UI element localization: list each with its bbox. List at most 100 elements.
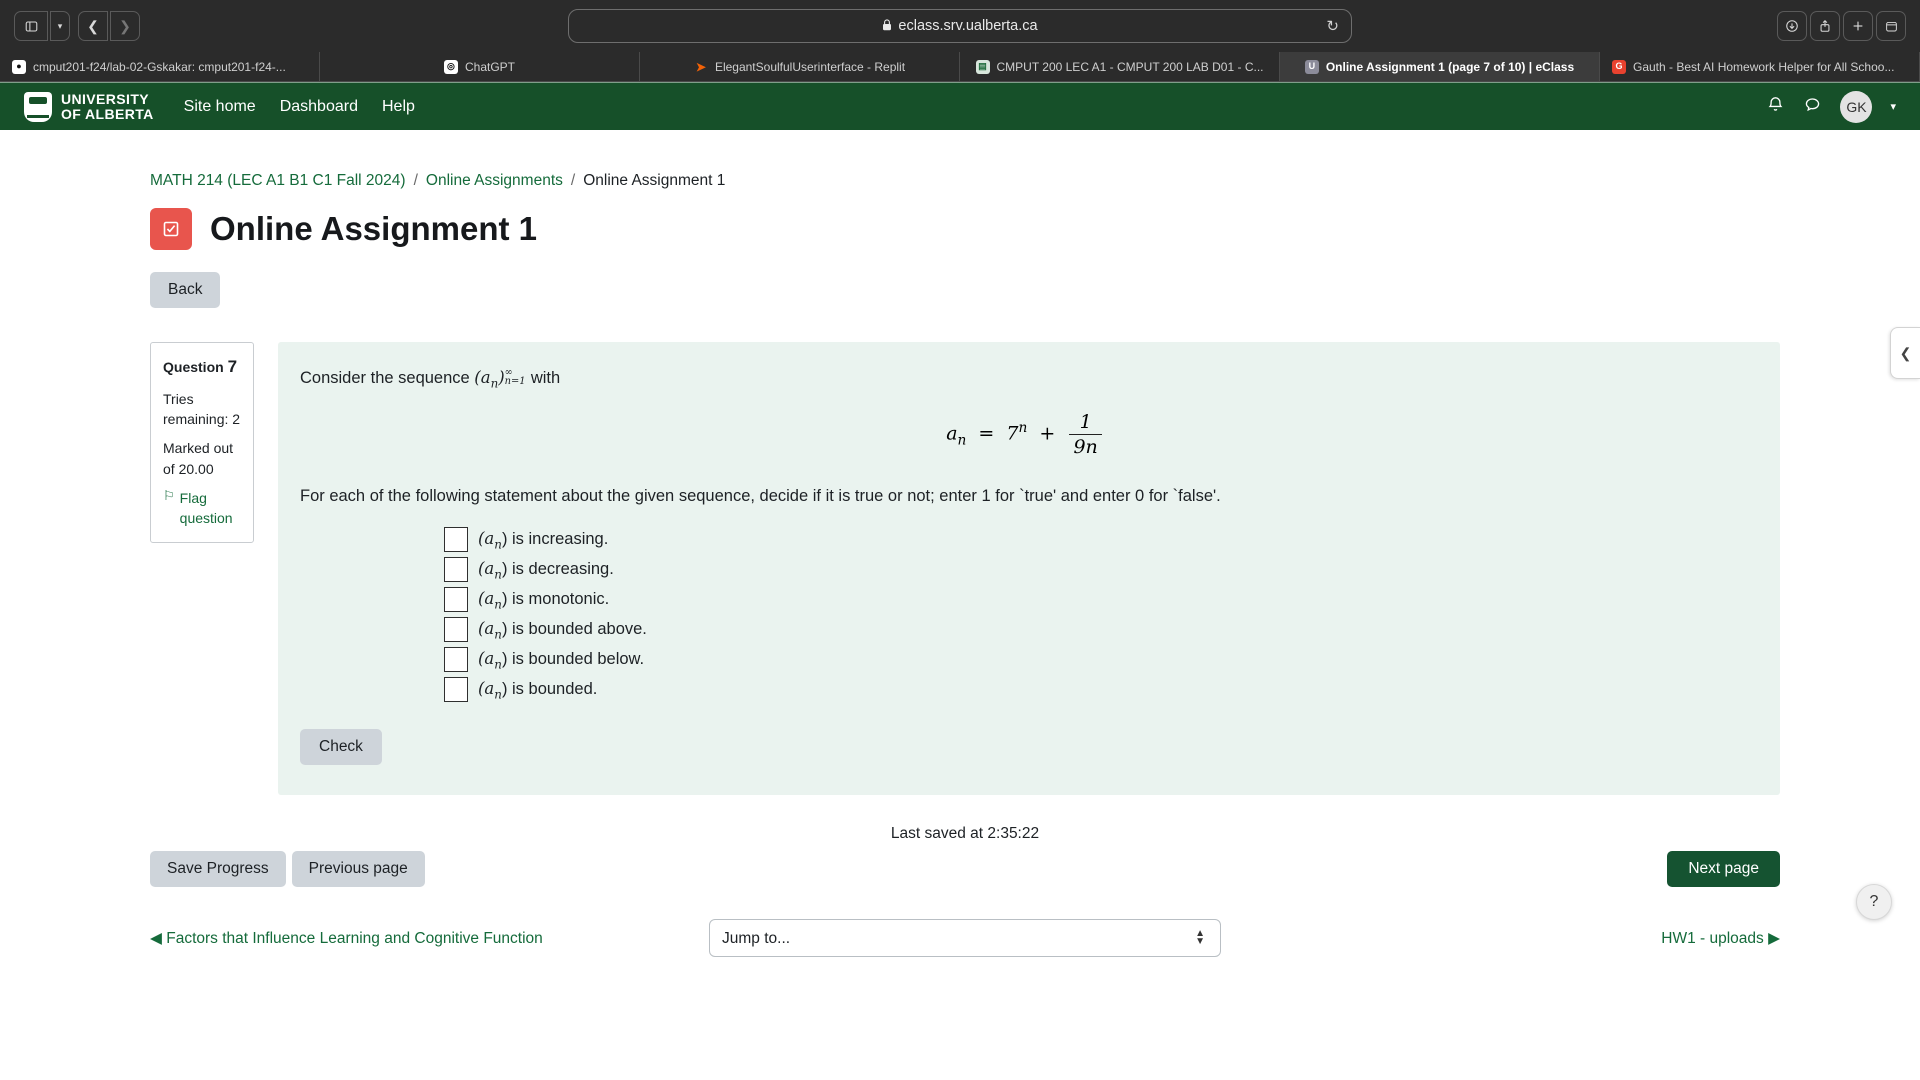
browser-tab-title: cmput201-f24/lab-02-Gskakar: cmput201-f2… bbox=[33, 59, 286, 74]
tab-overview-icon[interactable] bbox=[1876, 11, 1906, 41]
chat-bubble-icon[interactable] bbox=[1803, 95, 1822, 118]
chevron-down-icon[interactable]: ▾ bbox=[50, 11, 70, 41]
chatgpt-icon: ◎ bbox=[443, 59, 458, 74]
question-intro: Consider the sequence (an)∞ n=1 with bbox=[300, 366, 1750, 393]
fraction-denominator: 9n bbox=[1073, 436, 1098, 459]
flag-question-label: Flag question bbox=[179, 489, 233, 527]
browser-chrome: ▾ ❮ ❯ eclass.srv.ualberta.ca ↻ ● cmput20… bbox=[0, 0, 1920, 82]
statement-row: (an) is increasing. bbox=[444, 525, 1750, 555]
statement-input-bounded-above[interactable] bbox=[444, 617, 468, 643]
avatar[interactable]: GK bbox=[1840, 90, 1873, 123]
bell-icon[interactable] bbox=[1766, 95, 1785, 118]
next-activity-link[interactable]: HW1 - uploads ▶ bbox=[1661, 929, 1780, 948]
browser-tab-title: CMPUT 200 LEC A1 - CMPUT 200 LAB D01 - C… bbox=[996, 59, 1264, 74]
previous-activity-link[interactable]: ◀ Factors that Influence Learning and Co… bbox=[150, 929, 543, 948]
back-arrow-icon[interactable]: ❮ bbox=[78, 11, 108, 41]
previous-activity-label: Factors that Influence Learning and Cogn… bbox=[166, 929, 543, 947]
forward-arrow-icon[interactable]: ❯ bbox=[110, 11, 140, 41]
jump-to-wrapper: Jump to... ▲ ▼ bbox=[709, 919, 1221, 958]
statement-input-bounded[interactable] bbox=[444, 677, 468, 703]
formula-expression: an = 7n + 1 9n bbox=[946, 411, 1104, 458]
statement-label: (an) is bounded. bbox=[478, 678, 598, 701]
new-tab-icon[interactable] bbox=[1843, 11, 1873, 41]
statement-list: (an) is increasing. (an) is decreasing. … bbox=[300, 525, 1750, 705]
drawer-toggle-button[interactable]: ❮ bbox=[1890, 327, 1920, 379]
share-icon[interactable] bbox=[1810, 11, 1840, 41]
statement-row: (an) is bounded. bbox=[444, 675, 1750, 705]
chevron-left-icon: ❮ bbox=[1899, 344, 1912, 361]
question-number-label: Question bbox=[163, 359, 224, 375]
nav-item-help[interactable]: Help bbox=[382, 98, 415, 116]
replit-icon: ➤ bbox=[695, 59, 706, 74]
flag-question-link[interactable]: ⚐ Flag question bbox=[163, 488, 241, 529]
browser-tab-title: ChatGPT bbox=[464, 59, 515, 74]
sequence-notation: (an)∞ n=1 bbox=[474, 366, 526, 391]
github-icon: ● bbox=[12, 59, 26, 74]
breadcrumb-separator: / bbox=[570, 172, 576, 189]
header-right-cluster: GK ▾ bbox=[1766, 90, 1896, 123]
statement-row: (an) is decreasing. bbox=[444, 555, 1750, 585]
statement-input-bounded-below[interactable] bbox=[444, 647, 468, 673]
back-button[interactable]: Back bbox=[150, 272, 221, 308]
question-info-panel: Question 7 Tries remaining: 2 Marked out… bbox=[150, 342, 254, 544]
lock-icon bbox=[882, 18, 892, 34]
reload-icon[interactable]: ↻ bbox=[1326, 17, 1339, 35]
chevron-down-icon[interactable]: ▾ bbox=[1890, 100, 1896, 113]
jump-to-select[interactable]: Jump to... bbox=[709, 919, 1221, 958]
statement-row: (an) is bounded above. bbox=[444, 615, 1750, 645]
page-nav-row: Save Progress Previous page Next page bbox=[150, 850, 1780, 887]
page-title-row: Online Assignment 1 bbox=[150, 208, 1780, 250]
browser-right-cluster bbox=[1777, 11, 1906, 41]
statement-input-increasing[interactable] bbox=[444, 527, 468, 553]
help-button[interactable]: ? bbox=[1856, 883, 1892, 920]
browser-tab[interactable]: G Gauth - Best AI Homework Helper for Al… bbox=[1600, 52, 1920, 81]
statement-input-decreasing[interactable] bbox=[444, 557, 468, 583]
sidebar-toggle-icon[interactable] bbox=[14, 11, 48, 41]
assignment-icon bbox=[150, 208, 192, 250]
ualberta-wordmark: UNIVERSITY OF ALBERTA bbox=[61, 90, 154, 122]
browser-tab[interactable]: ➤ ElegantSoulfulUserinterface - Replit bbox=[640, 52, 960, 81]
page-body: ❮ MATH 214 (LEC A1 B1 C1 Fall 2024) / On… bbox=[0, 172, 1920, 958]
address-bar[interactable]: eclass.srv.ualberta.ca ↻ bbox=[568, 9, 1352, 43]
statement-label: (an) is bounded above. bbox=[478, 618, 647, 641]
site-nav: Site home Dashboard Help bbox=[184, 98, 415, 116]
statement-label: (an) is increasing. bbox=[478, 528, 609, 551]
page-container: MATH 214 (LEC A1 B1 C1 Fall 2024) / Onli… bbox=[140, 172, 1780, 958]
question-number-line: Question 7 bbox=[163, 355, 241, 380]
breadcrumb-item-course[interactable]: MATH 214 (LEC A1 B1 C1 Fall 2024) bbox=[150, 172, 406, 190]
question-instruction: For each of the following statement abou… bbox=[300, 487, 1221, 506]
downloads-icon[interactable] bbox=[1777, 11, 1807, 41]
browser-tab[interactable]: ◎ ChatGPT bbox=[320, 52, 640, 81]
question-mark-icon: ? bbox=[1869, 892, 1879, 910]
breadcrumb-item-online-assignments[interactable]: Online Assignments bbox=[426, 172, 563, 190]
ualberta-logo[interactable]: UNIVERSITY OF ALBERTA bbox=[24, 90, 154, 122]
browser-tab-active[interactable]: U Online Assignment 1 (page 7 of 10) | e… bbox=[1280, 52, 1600, 81]
triangle-right-icon: ▶ bbox=[1768, 929, 1780, 947]
statement-input-monotonic[interactable] bbox=[444, 587, 468, 613]
browser-tab[interactable]: ● cmput201-f24/lab-02-Gskakar: cmput201-… bbox=[0, 52, 320, 81]
marked-out-of: Marked out of 20.00 bbox=[163, 440, 234, 477]
browser-nav-cluster: ▾ ❮ ❯ bbox=[14, 11, 140, 41]
nav-item-dashboard[interactable]: Dashboard bbox=[280, 98, 358, 116]
logo-line-1: UNIVERSITY bbox=[61, 90, 150, 107]
check-button[interactable]: Check bbox=[300, 728, 382, 765]
nav-item-site-home[interactable]: Site home bbox=[184, 98, 256, 116]
site-header: UNIVERSITY OF ALBERTA Site home Dashboar… bbox=[0, 82, 1920, 130]
statement-row: (an) is bounded below. bbox=[444, 645, 1750, 675]
eclass-icon: ▤ bbox=[975, 59, 990, 74]
flag-icon: ⚐ bbox=[163, 487, 175, 503]
logo-line-2: OF ALBERTA bbox=[61, 105, 154, 122]
browser-tab[interactable]: ▤ CMPUT 200 LEC A1 - CMPUT 200 LAB D01 -… bbox=[960, 52, 1280, 81]
fraction-numerator: 1 bbox=[1069, 411, 1102, 436]
previous-page-button[interactable]: Previous page bbox=[291, 850, 425, 887]
browser-tab-title: Gauth - Best AI Homework Helper for All … bbox=[1633, 59, 1895, 74]
question-body: Consider the sequence (an)∞ n=1 with an =… bbox=[278, 342, 1780, 795]
gauth-icon: G bbox=[1612, 59, 1626, 74]
formula-display: an = 7n + 1 9n bbox=[300, 411, 1750, 458]
browser-tab-title: ElegantSoulfulUserinterface - Replit bbox=[714, 59, 906, 74]
browser-toolbar: ▾ ❮ ❯ eclass.srv.ualberta.ca ↻ bbox=[0, 0, 1920, 52]
fraction: 1 9n bbox=[1069, 411, 1102, 459]
next-page-button[interactable]: Next page bbox=[1667, 850, 1780, 887]
save-progress-button[interactable]: Save Progress bbox=[150, 850, 286, 887]
triangle-left-icon: ◀ bbox=[150, 929, 162, 947]
